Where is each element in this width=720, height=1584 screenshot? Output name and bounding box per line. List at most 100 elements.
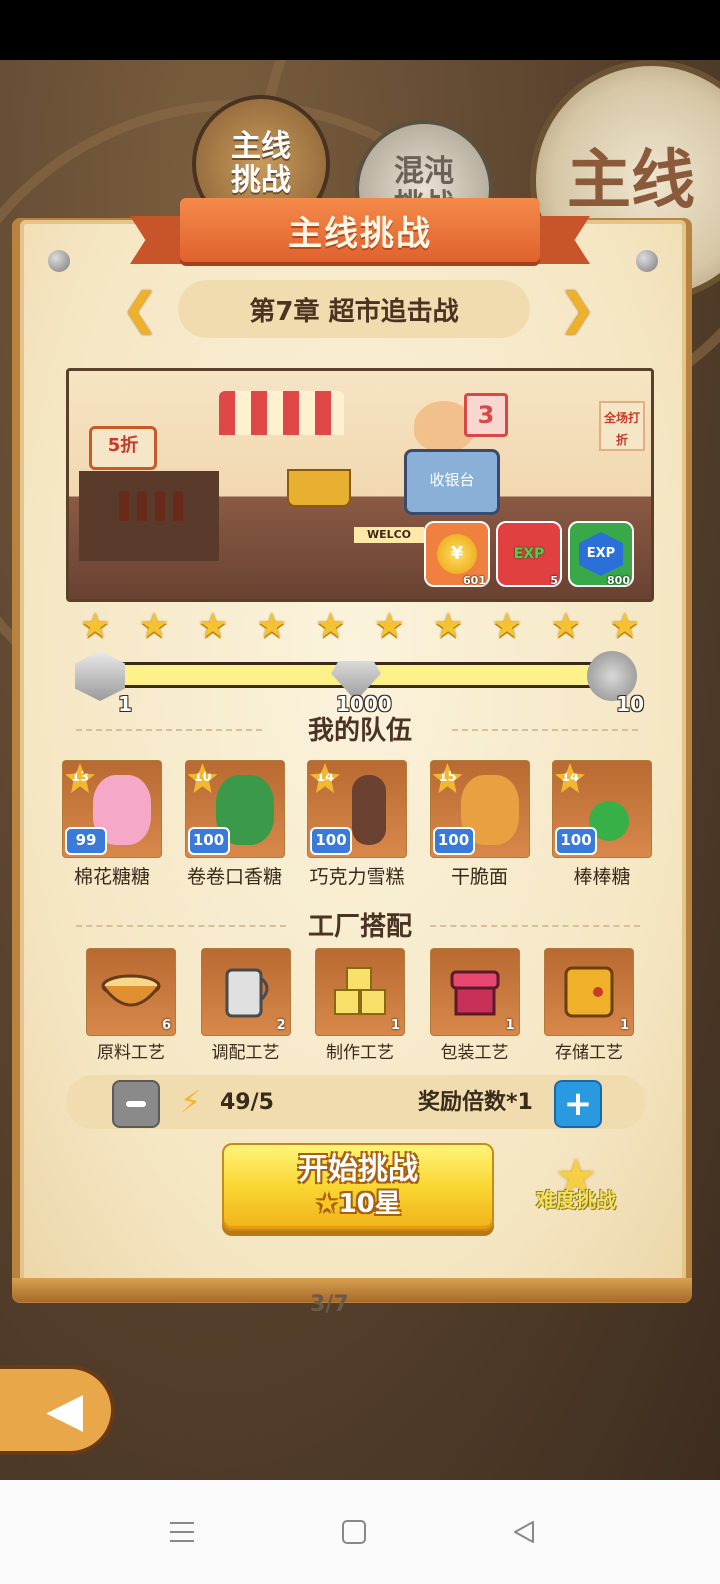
star-icon: ★ xyxy=(609,606,640,646)
reward-exp[interactable]: EXP 800 xyxy=(568,521,634,587)
factory-item[interactable]: 2 调配工艺 xyxy=(200,948,291,1063)
start-challenge-button[interactable]: 开始挑战 ★10星 xyxy=(222,1143,494,1231)
member-level-badge: 13 xyxy=(65,763,95,793)
star-icon: ★ xyxy=(550,606,582,646)
basket-illustration xyxy=(287,469,351,507)
home-square-icon xyxy=(342,1520,366,1544)
shelf-illustration xyxy=(79,471,219,561)
factory-count: 2 xyxy=(276,1018,286,1033)
factory-name: 制作工艺 xyxy=(326,1043,394,1063)
factory-item[interactable]: 1 制作工艺 xyxy=(315,948,405,1063)
factory-card: 6 xyxy=(86,948,176,1036)
factory-card: 1 xyxy=(429,948,520,1036)
page-title: 主线挑战 xyxy=(288,213,432,254)
chapter-scene-image: 5折 3 收银台 WELCO 全场打折 ¥ 601 EXP 5 EXP 800 xyxy=(66,368,654,602)
reward-multiplier: 奖励倍数*1 xyxy=(418,1090,533,1115)
factory-item[interactable]: 1 包装工艺 xyxy=(429,948,520,1063)
team-member-card[interactable]: 14 100 巧克力雪糕 xyxy=(307,760,407,890)
factory-name: 原料工艺 xyxy=(97,1043,165,1063)
member-name: 棒棒糖 xyxy=(573,866,631,888)
star-icon: ★ xyxy=(138,606,170,646)
member-name: 干脆面 xyxy=(450,866,508,888)
factory-count: 1 xyxy=(505,1018,515,1033)
factory-card: 1 xyxy=(544,948,634,1036)
number-sign: 3 xyxy=(464,393,508,437)
decrease-button[interactable] xyxy=(112,1080,160,1128)
star-icon: ★ xyxy=(432,606,464,646)
factory-name: 包装工艺 xyxy=(440,1043,509,1063)
member-count-badge: 99 xyxy=(65,827,107,855)
measuring-cup-icon xyxy=(225,968,268,1018)
member-portrait: 10 100 xyxy=(184,760,285,858)
energy-value: 49/5 xyxy=(220,1090,274,1115)
team-member-card[interactable]: 13 99 棉花糖糖 xyxy=(62,760,162,890)
factory-section-title: 工厂搭配 xyxy=(307,912,412,942)
start-button-label: 开始挑战 xyxy=(298,1152,418,1187)
star-icon: ★ xyxy=(80,606,111,646)
reward-count: 5 xyxy=(550,574,558,587)
chapter-bar: 第7章 超市追击战 xyxy=(178,280,530,338)
reward-count: 601 xyxy=(463,574,486,587)
tab-label: 主线 挑战 xyxy=(231,129,291,198)
safe-icon xyxy=(564,966,614,1018)
back-triangle-icon xyxy=(514,1521,534,1543)
milestone-reward-1[interactable]: 1 xyxy=(72,648,132,716)
chapter-title: 第7章 超市追击战 xyxy=(249,296,459,327)
member-count-badge: 100 xyxy=(187,827,230,855)
nav-back-button[interactable] xyxy=(502,1510,546,1554)
factory-name: 调配工艺 xyxy=(211,1043,280,1063)
factory-item[interactable]: 6 原料工艺 xyxy=(86,948,176,1063)
reward-count: 800 xyxy=(607,574,630,587)
difficulty-label: 难度挑战 xyxy=(536,1188,616,1212)
reward-coin[interactable]: ¥ 601 xyxy=(424,521,490,587)
increase-button[interactable]: + xyxy=(554,1080,602,1128)
factory-item[interactable]: 1 存储工艺 xyxy=(544,948,634,1063)
member-level-badge: 14 xyxy=(310,763,340,793)
back-button[interactable]: ◀ xyxy=(0,1365,115,1455)
member-portrait: 15 100 xyxy=(429,760,530,858)
reward-shop-exp[interactable]: EXP 5 xyxy=(496,521,562,587)
milestone-reward-2[interactable]: 1000 xyxy=(328,648,392,716)
member-portrait: 14 100 xyxy=(307,760,407,858)
member-name: 巧克力雪糕 xyxy=(309,866,405,888)
menu-icon xyxy=(170,1522,194,1542)
difficulty-challenge-button[interactable]: ★ 难度挑战 xyxy=(528,1152,624,1228)
next-chapter-button[interactable]: ❯ xyxy=(555,284,599,335)
team-member-card[interactable]: 10 100 卷卷口香糖 xyxy=(184,760,285,890)
nav-home-button[interactable] xyxy=(332,1510,376,1554)
factory-count: 1 xyxy=(390,1018,400,1033)
game-screen: 主线 挑战 混沌 挑战 主线 主线挑战 ❮ 第7章 超市追击战 ❯ 5折 3 收… xyxy=(0,60,720,1480)
member-portrait: 14 100 xyxy=(552,760,652,858)
star-icon: ★ xyxy=(491,606,523,646)
member-name: 棉花糖糖 xyxy=(73,866,150,888)
milestone-reward-3[interactable]: 10 xyxy=(584,648,644,716)
team-member-card[interactable]: 14 100 棒棒糖 xyxy=(552,760,652,890)
system-nav-bar xyxy=(0,1480,720,1584)
discount-sign: 全场打折 xyxy=(599,401,645,451)
factory-name: 存储工艺 xyxy=(555,1043,623,1063)
team-member-card[interactable]: 15 100 干脆面 xyxy=(429,760,530,890)
member-count-badge: 100 xyxy=(310,827,352,855)
welcome-sign: WELCO xyxy=(354,527,424,543)
star-icon: ★ xyxy=(315,606,346,646)
panel-bottom-edge xyxy=(12,1278,692,1302)
plus-icon: + xyxy=(563,1084,593,1124)
back-arrow-icon: ◀ xyxy=(46,1382,83,1438)
factory-count: 1 xyxy=(619,1018,629,1033)
star-icon: ★ xyxy=(374,606,405,646)
status-bar xyxy=(0,0,720,60)
star-icon: ★ xyxy=(256,606,287,646)
bowl-icon xyxy=(101,974,161,1007)
minus-icon xyxy=(126,1101,146,1107)
butter-cubes-icon xyxy=(334,967,386,1015)
sale-sign: 5折 xyxy=(89,426,157,470)
team-list: 13 99 棉花糖糖 10 100 卷卷口香糖 14 100 巧克力雪糕 15 … xyxy=(62,760,652,890)
chocolate-popsicle-character-icon xyxy=(352,775,386,845)
shop-exp-icon: EXP xyxy=(513,546,545,562)
nav-menu-button[interactable] xyxy=(160,1510,204,1554)
prev-chapter-button[interactable]: ❮ xyxy=(118,284,162,335)
start-button-cost: ★10星 xyxy=(315,1187,401,1221)
member-level-badge: 10 xyxy=(187,763,218,793)
team-section-title: 我的队伍 xyxy=(307,716,412,746)
member-count-badge: 100 xyxy=(555,827,597,855)
